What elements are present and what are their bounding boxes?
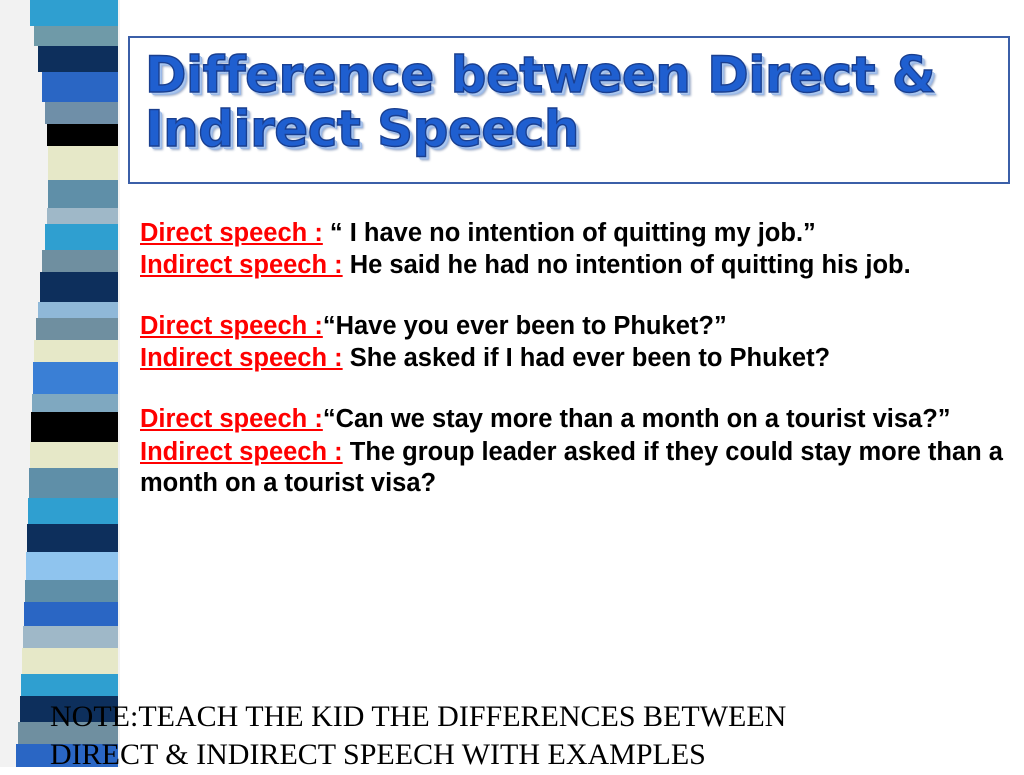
stripe-segment: [33, 362, 118, 394]
example-block: Direct speech : “ I have no intention of…: [140, 218, 1010, 281]
example-block: Direct speech :“Can we stay more than a …: [140, 404, 1010, 498]
stripe-segment: [25, 580, 118, 602]
stripe-segment: [21, 674, 118, 696]
direct-speech-text: “Can we stay more than a month on a tour…: [322, 405, 951, 434]
decorative-stripe-band: [0, 0, 120, 767]
indirect-speech-line: Indirect speech : The group leader asked…: [140, 437, 1010, 499]
direct-speech-label: Direct speech :: [140, 405, 323, 434]
stripe-segment: [48, 146, 118, 180]
direct-speech-line: Direct speech :“Can we stay more than a …: [140, 404, 1010, 435]
stripe-segment: [29, 468, 118, 498]
stripe-segment: [28, 498, 118, 524]
examples-list: Direct speech : “ I have no intention of…: [140, 218, 1010, 500]
footer-note-line-2: DIRECT & INDIRECT SPEECH WITH EXAMPLES: [50, 738, 706, 772]
stripe-segment: [47, 124, 118, 146]
stripe-segment: [38, 302, 118, 318]
stripe-segment: [36, 318, 118, 340]
page-title-line-1: Difference between Direct &: [144, 46, 936, 104]
stripe-segment: [42, 72, 118, 102]
indirect-speech-label: Indirect speech :: [140, 437, 343, 466]
example-block: Direct speech :“Have you ever been to Ph…: [140, 311, 1010, 374]
indirect-speech-label: Indirect speech :: [140, 344, 343, 373]
stripe-segment: [31, 412, 118, 442]
stripe-segment: [45, 102, 118, 124]
indirect-speech-label: Indirect speech :: [140, 251, 343, 280]
indirect-speech-line: Indirect speech : She asked if I had eve…: [140, 343, 1010, 374]
direct-speech-line: Direct speech :“Have you ever been to Ph…: [140, 311, 1010, 342]
direct-speech-line: Direct speech : “ I have no intention of…: [140, 218, 1010, 249]
direct-speech-text: “Have you ever been to Phuket?”: [322, 312, 727, 341]
stripe-segment: [47, 208, 118, 224]
stripe-segment: [40, 272, 118, 302]
stripe-segment: [38, 46, 118, 72]
direct-speech-label: Direct speech :: [140, 219, 323, 247]
stripe-segment: [30, 442, 118, 468]
stripe-segment: [22, 648, 118, 674]
stripe-segment: [34, 340, 118, 362]
stripe-segment: [34, 26, 118, 46]
page-title-line-2: Indirect Speech: [144, 100, 580, 158]
indirect-speech-text: She asked if I had ever been to Phuket?: [342, 344, 831, 373]
indirect-speech-text: He said he had no intention of quitting …: [342, 251, 911, 280]
direct-speech-text: “ I have no intention of quitting my job…: [322, 219, 816, 247]
stripe-segment: [48, 180, 118, 208]
page-title: Difference between Direct & Indirect Spe…: [144, 46, 1005, 158]
stripe-segment: [27, 524, 118, 552]
stripe-segment: [42, 250, 118, 272]
indirect-speech-line: Indirect speech : He said he had no inte…: [140, 250, 1010, 281]
stripe-segment: [23, 626, 118, 648]
stripe-segment: [30, 0, 118, 26]
direct-speech-label: Direct speech :: [140, 312, 323, 341]
stripe-segment: [24, 602, 118, 626]
stripe-segment: [32, 394, 118, 412]
footer-note-line-1: NOTE:TEACH THE KID THE DIFFERENCES BETWE…: [50, 700, 787, 733]
stripe-segment: [26, 552, 118, 580]
footer-note: NOTE:TEACH THE KID THE DIFFERENCES BETWE…: [50, 698, 1010, 775]
stripe-segment: [45, 224, 118, 250]
